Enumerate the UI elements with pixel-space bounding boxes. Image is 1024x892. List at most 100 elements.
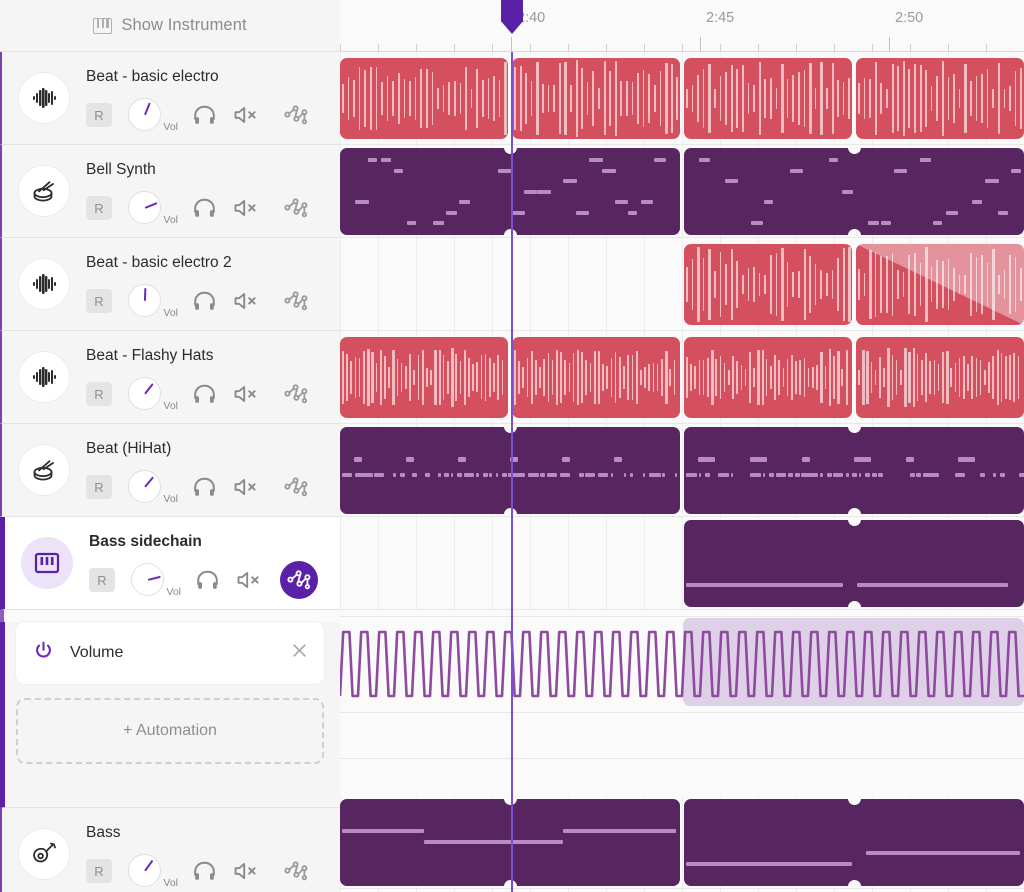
record-arm-button[interactable]: R — [86, 382, 112, 406]
automation-nodes-icon[interactable] — [280, 561, 318, 599]
record-arm-button[interactable]: R — [86, 289, 112, 313]
audio-clip[interactable] — [684, 337, 852, 418]
track-name: Bell Synth — [86, 161, 156, 178]
volume-knob[interactable]: Vol — [124, 284, 178, 319]
headphone-icon[interactable] — [192, 290, 217, 312]
automation-nodes-icon[interactable] — [277, 282, 315, 320]
volume-knob[interactable]: Vol — [124, 191, 178, 226]
speaker-mute-icon[interactable] — [233, 383, 259, 405]
headphone-icon[interactable] — [195, 569, 220, 591]
record-arm-button[interactable]: R — [86, 475, 112, 499]
show-instrument-header[interactable]: Show Instrument — [0, 0, 340, 52]
volume-knob[interactable]: Vol — [124, 854, 178, 889]
midi-clip[interactable] — [684, 148, 1024, 235]
volume-knob-dial[interactable] — [131, 563, 164, 596]
speaker-mute-icon[interactable] — [233, 860, 259, 882]
automation-nodes-icon[interactable] — [277, 189, 315, 227]
waveform-icon[interactable] — [18, 351, 70, 403]
headphone-icon[interactable] — [192, 383, 217, 405]
waveform-bar — [547, 85, 550, 112]
midi-clip[interactable] — [684, 799, 1024, 886]
volume-knob-dial[interactable] — [128, 284, 161, 317]
speaker-mute-icon[interactable] — [236, 569, 262, 591]
volume-knob[interactable]: Vol — [124, 98, 178, 133]
timeline-lane[interactable] — [340, 238, 1024, 331]
waveform-bar — [388, 366, 390, 389]
piano-icon[interactable] — [21, 537, 73, 589]
midi-clip[interactable] — [684, 520, 1024, 607]
power-icon[interactable] — [34, 641, 53, 665]
volume-knob-dial[interactable] — [128, 191, 161, 224]
timeline-lane[interactable] — [340, 517, 1024, 610]
track-header-beat-flashy-hats[interactable]: Beat - Flashy Hats R Vol — [0, 331, 340, 424]
waveform-icon[interactable] — [18, 72, 70, 124]
automation-curve[interactable] — [340, 610, 1024, 758]
volume-knob-dial[interactable] — [128, 470, 161, 503]
volume-knob-dial[interactable] — [128, 854, 161, 887]
timeline-lane[interactable] — [340, 796, 1024, 889]
midi-clip[interactable] — [684, 427, 1024, 514]
timeline-lane[interactable] — [340, 52, 1024, 145]
track-header-bass-sidechain[interactable]: Bass sidechain R Vol — [0, 517, 340, 610]
midi-clip[interactable] — [340, 427, 680, 514]
track-header-beat-basic-electro[interactable]: Beat - basic electro R Vol — [0, 52, 340, 145]
audio-clip[interactable] — [856, 58, 1024, 139]
drum-icon[interactable] — [18, 444, 70, 496]
track-header-beat-basic-electro-2[interactable]: Beat - basic electro 2 R Vol — [0, 238, 340, 331]
volume-knob-dial[interactable] — [128, 98, 161, 131]
headphone-icon[interactable] — [192, 104, 217, 126]
volume-knob[interactable]: Vol — [124, 377, 178, 412]
waveform-bar — [353, 79, 355, 118]
record-arm-button[interactable]: R — [86, 196, 112, 220]
guitar-icon[interactable] — [18, 828, 70, 880]
timeline-ruler[interactable]: 2:40 2:45 2:50 — [340, 0, 1024, 52]
volume-knob[interactable]: Vol — [127, 563, 181, 598]
audio-clip[interactable] — [684, 58, 852, 139]
audio-clip[interactable] — [856, 244, 1024, 325]
audio-clip[interactable] — [684, 244, 852, 325]
volume-knob-dial[interactable] — [128, 377, 161, 410]
timeline-canvas[interactable] — [340, 52, 1024, 892]
waveform-bar — [874, 252, 877, 317]
speaker-mute-icon[interactable] — [233, 197, 259, 219]
speaker-mute-icon[interactable] — [233, 476, 259, 498]
automation-nodes-icon[interactable] — [277, 468, 315, 506]
timeline-lane[interactable] — [340, 145, 1024, 238]
midi-clip[interactable] — [340, 148, 680, 235]
midi-clip[interactable] — [340, 799, 680, 886]
automation-nodes-icon[interactable] — [277, 96, 315, 134]
add-automation-button[interactable]: + Automation — [16, 698, 324, 764]
record-arm-button[interactable]: R — [86, 859, 112, 883]
audio-clip[interactable] — [340, 337, 508, 418]
drum-icon[interactable] — [18, 165, 70, 217]
playhead-line[interactable] — [511, 52, 513, 892]
automation-lane-canvas[interactable] — [340, 610, 1024, 796]
waveform-bar — [430, 370, 432, 385]
headphone-icon[interactable] — [192, 860, 217, 882]
midi-note — [342, 473, 352, 477]
automation-nodes-icon[interactable] — [277, 375, 315, 413]
headphone-icon[interactable] — [192, 197, 217, 219]
speaker-mute-icon[interactable] — [233, 290, 259, 312]
track-header-bass[interactable]: Bass R Vol — [0, 808, 340, 892]
waveform-bar — [904, 348, 907, 407]
track-header-bell-synth[interactable]: Bell Synth R Vol — [0, 145, 340, 238]
automation-nodes-icon[interactable] — [277, 852, 315, 890]
audio-clip[interactable] — [340, 58, 508, 139]
waveform-bar — [845, 349, 848, 406]
headphone-icon[interactable] — [192, 476, 217, 498]
speaker-mute-icon[interactable] — [233, 104, 259, 126]
record-arm-button[interactable]: R — [86, 103, 112, 127]
timeline-lane[interactable] — [340, 424, 1024, 517]
audio-clip[interactable] — [512, 337, 680, 418]
midi-note — [444, 473, 450, 477]
automation-lane-volume[interactable]: Volume — [16, 622, 324, 684]
track-header-beat-hihat[interactable]: Beat (HiHat) R Vol — [0, 424, 340, 517]
volume-knob[interactable]: Vol — [124, 470, 178, 505]
timeline-lane[interactable] — [340, 331, 1024, 424]
audio-clip[interactable] — [856, 337, 1024, 418]
record-arm-button[interactable]: R — [89, 568, 115, 592]
close-icon[interactable] — [291, 642, 308, 664]
waveform-icon[interactable] — [18, 258, 70, 310]
audio-clip[interactable] — [512, 58, 680, 139]
